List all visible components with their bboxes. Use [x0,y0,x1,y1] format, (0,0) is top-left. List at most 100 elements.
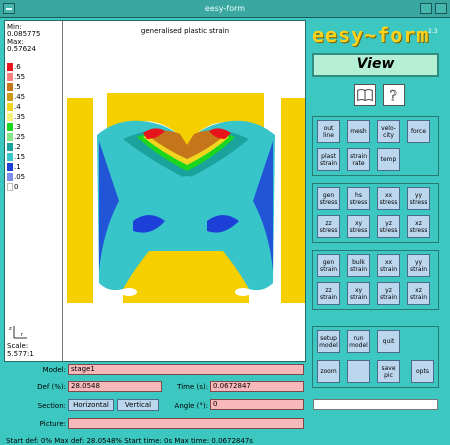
legend-swatch [7,103,13,111]
legend-swatch [7,93,13,101]
run-model-button[interactable]: run model [347,330,370,353]
scale-axis-z: z [9,326,12,332]
stress-group: gen stress hs stress xx stress yy stress… [312,183,439,243]
angle-field[interactable]: 0 [210,399,304,410]
legend-entry: .45 [7,93,57,101]
yz-strain-button[interactable]: yz strain [377,282,400,305]
yz-stress-button[interactable]: yz stress [377,215,400,238]
legend-swatch [7,183,13,191]
legend-entry: .2 [7,143,57,151]
legend-level-label: .05 [14,173,26,181]
legend-entry: .4 [7,103,57,111]
plast-strain-button[interactable]: plast strain [317,148,340,171]
legend-level-label: .6 [14,63,21,71]
contour-plot [67,93,305,303]
legend-swatch [7,143,13,151]
version-label: 2.3 [428,28,438,35]
xz-strain-button[interactable]: xz strain [407,282,430,305]
legend-swatch [7,173,13,181]
quit-button[interactable]: quit [377,330,400,353]
window-title: eesy-form [204,4,246,13]
scale-axis-r: r [21,332,24,338]
minimize-button[interactable] [420,3,432,14]
strain-group: gen strain bulk strain xx strain yy stra… [312,250,439,310]
model-field[interactable]: stage1 [68,364,304,375]
right-die [281,98,305,303]
xx-strain-button[interactable]: xx strain [377,254,400,277]
gen-stress-button[interactable]: gen stress [317,187,340,210]
legend-swatch [7,113,13,121]
question-mark-icon: ? [389,88,397,105]
book-icon [357,89,373,102]
setup-model-button[interactable]: setup model [317,330,340,353]
legend-level-label: .4 [14,103,21,111]
save-pic-button[interactable]: save pic [377,360,400,383]
legend-level-label: .15 [14,153,26,161]
legend-swatch [7,153,13,161]
xz-stress-button[interactable]: xz stress [407,215,430,238]
opts-button[interactable]: opts [411,360,434,383]
legend-level-label: .55 [14,73,26,81]
xy-stress-button[interactable]: xy stress [347,215,370,238]
legend-level-label: .45 [14,93,26,101]
legend-level-label: .3 [14,123,21,131]
title-bar: eesy-form [0,0,450,18]
horizontal-button[interactable]: Horizontal [68,399,114,411]
control-panel: Model: stage1 Def (%): 28.0548 Time (s):… [4,364,306,445]
zoom-button[interactable]: zoom [317,360,340,383]
legend-level-label: .25 [14,133,26,141]
model-group: setup model run model quit zoom save pic… [312,326,439,388]
velocity-button[interactable]: velo- city [377,120,400,143]
strain-rate-button[interactable]: strain rate [347,148,370,171]
legend-entry: 0 [7,183,57,191]
legend-entry: .6 [7,63,57,71]
legend-level-label: .2 [14,143,21,151]
legend-entry: .15 [7,153,57,161]
scale-value: 5.577:1 [7,350,34,358]
xy-strain-button[interactable]: xy strain [347,282,370,305]
legend-entry: .55 [7,73,57,81]
outline-button[interactable]: out line [317,120,340,143]
legend-swatch [7,123,13,131]
gen-strain-button[interactable]: gen strain [317,254,340,277]
legend-max-value: 0.57624 [7,45,36,53]
book-button[interactable] [354,84,376,106]
force-button[interactable]: force [407,120,430,143]
maximize-button[interactable] [435,3,447,14]
time-field[interactable]: 0.0672847 [210,381,304,392]
view-button[interactable]: View [312,53,439,77]
def-label: Def (%): [37,383,66,391]
hs-stress-button[interactable]: hs stress [347,187,370,210]
legend-swatch [7,73,13,81]
picture-label: Picture: [39,420,66,428]
display-group: out line mesh velo- city force plast str… [312,116,439,176]
zz-stress-button[interactable]: zz stress [317,215,340,238]
vertical-button[interactable]: Vertical [117,399,159,411]
temp-button[interactable]: temp [377,148,400,171]
contour-region [121,288,137,296]
help-button[interactable]: ? [383,84,405,106]
legend-swatch [7,133,13,141]
status-line: Start def: 0% Max def: 28.0548% Start ti… [6,437,253,445]
picture-field[interactable] [68,418,304,429]
bulk-strain-button[interactable]: bulk strain [347,254,370,277]
xx-stress-button[interactable]: xx stress [377,187,400,210]
legend-min-value: 0.085775 [7,30,41,38]
legend: Min: 0.085775 Max: 0.57624 .6.55.5.45.4.… [5,21,63,361]
def-field[interactable]: 28.0548 [68,381,162,392]
yy-stress-button[interactable]: yy stress [407,187,430,210]
left-die [67,98,93,303]
legend-entry: .25 [7,133,57,141]
legend-entry: .1 [7,163,57,171]
plot-area: Min: 0.085775 Max: 0.57624 .6.55.5.45.4.… [4,20,306,362]
legend-entry: .05 [7,173,57,181]
zz-strain-button[interactable]: zz strain [317,282,340,305]
right-panel: eesy~form 2.3 View ? out line mesh velo-… [308,20,448,443]
section-label: Section: [37,402,66,410]
mesh-button[interactable]: mesh [347,120,370,143]
legend-entry: .35 [7,113,57,121]
legend-level-label: .35 [14,113,26,121]
message-field[interactable] [313,399,438,410]
model-label: Model: [42,366,66,374]
yy-strain-button[interactable]: yy strain [407,254,430,277]
